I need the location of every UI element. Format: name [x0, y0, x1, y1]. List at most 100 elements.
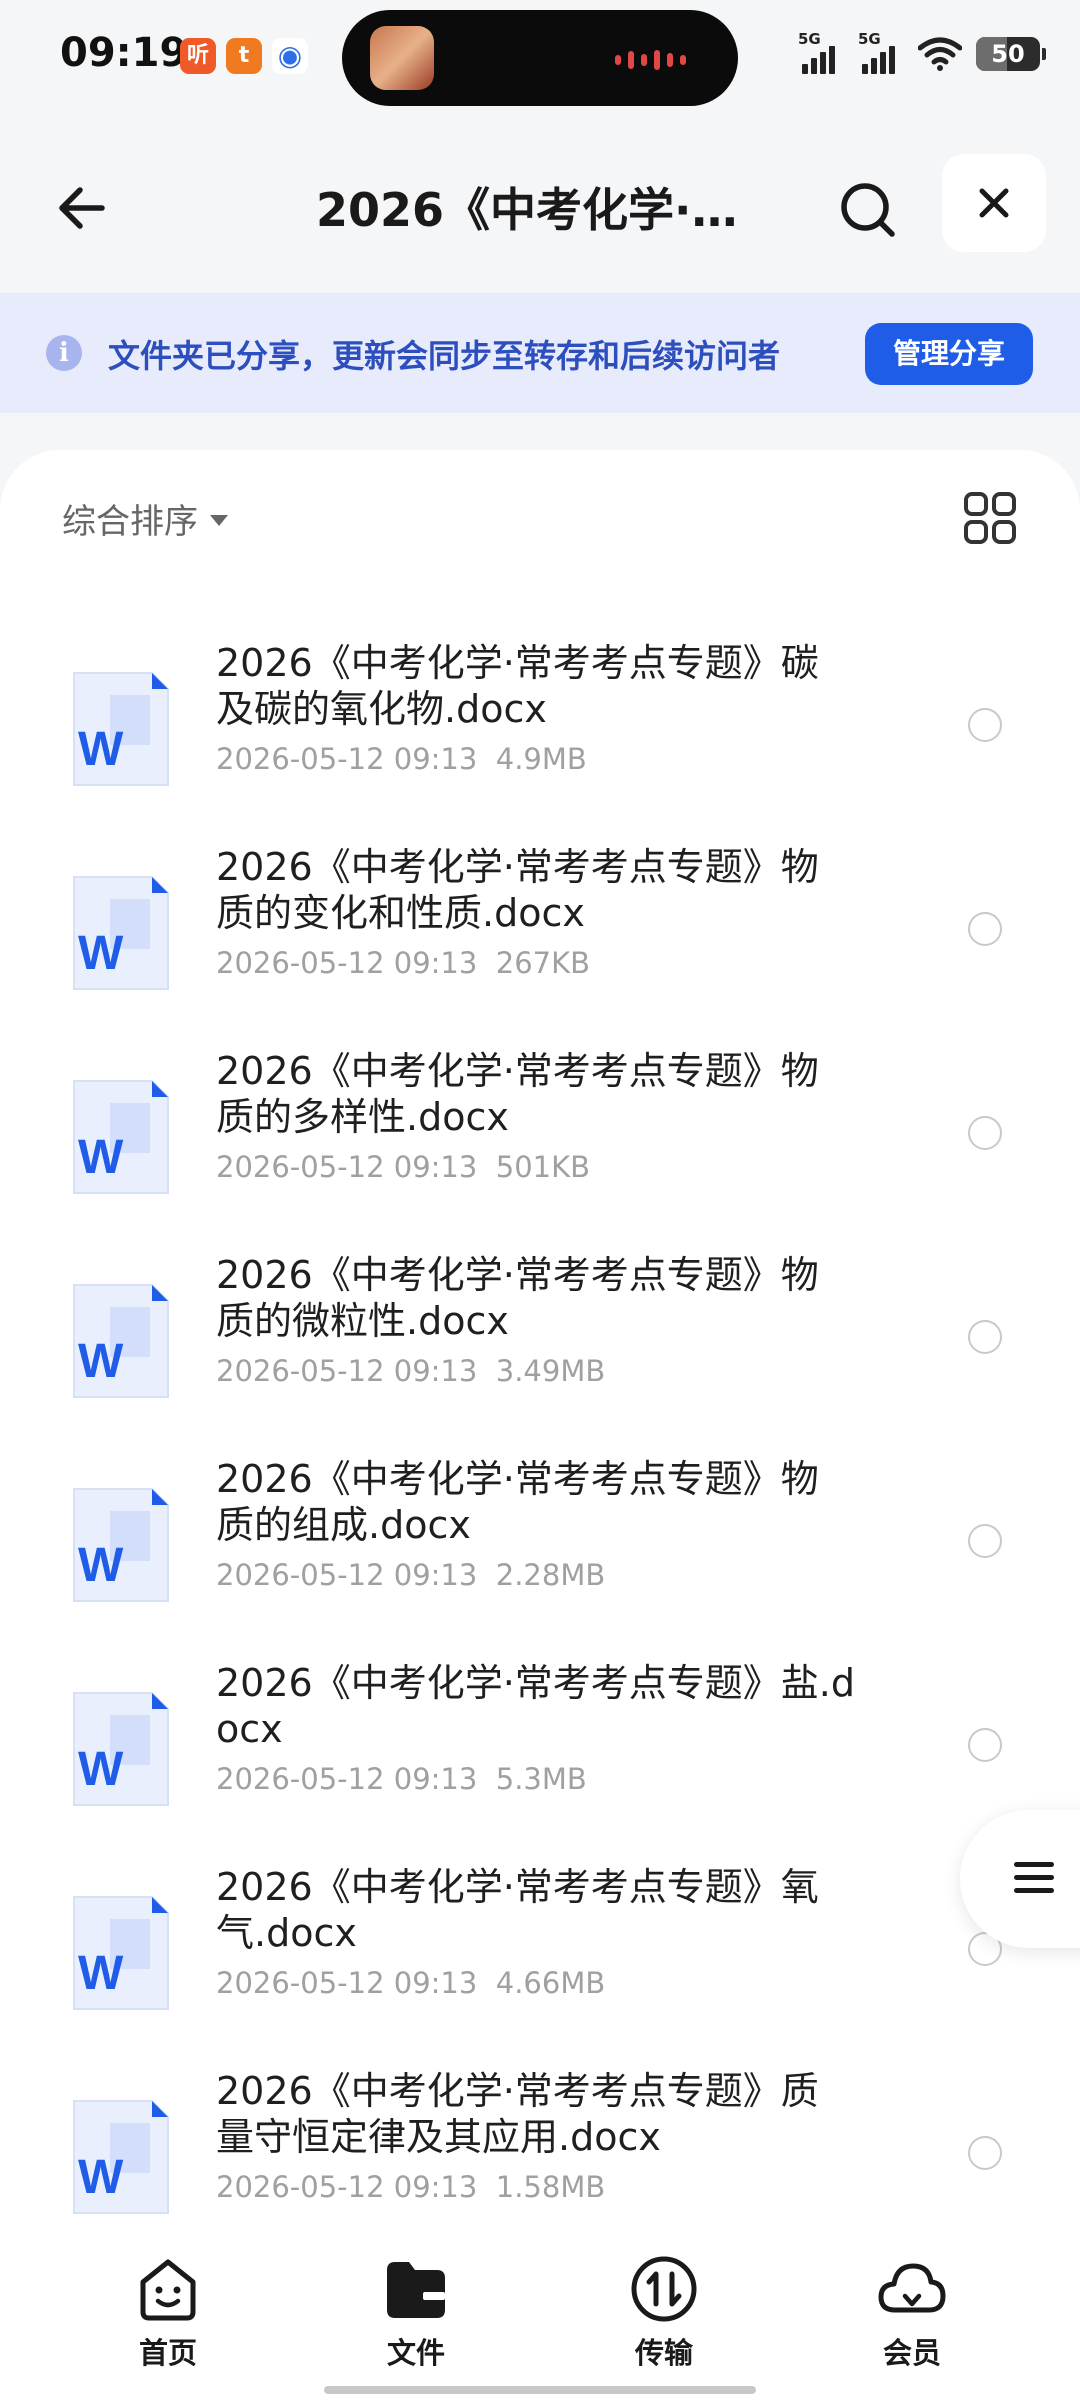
circle-app-icon: ◉: [272, 38, 308, 74]
file-size: 4.9MB: [495, 742, 587, 776]
system-icons: 5G 5G 50: [798, 30, 1046, 74]
file-size: 4.66MB: [495, 1966, 606, 2000]
file-meta: 2026-05-12 09:13 267KB: [216, 946, 590, 980]
battery-icon: 50: [976, 37, 1046, 71]
listen-app-icon: 听: [180, 38, 216, 74]
file-date: 2026-05-12 09:13: [216, 742, 478, 776]
word-doc-icon: W: [73, 1488, 169, 1602]
battery-level: 50: [991, 40, 1025, 68]
audio-wave-icon: [615, 50, 686, 70]
tab-files-label: 文件: [386, 2336, 445, 2370]
manage-share-button[interactable]: 管理分享: [865, 323, 1033, 385]
file-name: 2026《中考化学·常考考点专题》氧气.docx: [216, 1865, 819, 1955]
svg-text:W: W: [78, 927, 124, 980]
share-notice-banner: i 文件夹已分享，更新会同步至转存和后续访问者 管理分享: [0, 293, 1080, 413]
tab-home-label: 首页: [138, 2336, 197, 2370]
select-radio[interactable]: [968, 1116, 1002, 1150]
close-icon: [979, 188, 1009, 218]
file-size: 1.58MB: [495, 2170, 606, 2204]
select-radio[interactable]: [968, 1524, 1002, 1558]
home-icon: [140, 2259, 196, 2321]
select-radio[interactable]: [968, 1320, 1002, 1354]
folder-icon: [387, 2262, 445, 2318]
grid-view-icon[interactable]: [962, 490, 1018, 546]
info-icon: i: [46, 335, 82, 371]
svg-text:W: W: [78, 1131, 124, 1184]
file-name: 2026《中考化学·常考考点专题》碳及碳的氧化物.docx: [216, 641, 819, 731]
file-meta: 2026-05-12 09:13 2.28MB: [216, 1558, 605, 1592]
file-name: 2026《中考化学·常考考点专题》物质的多样性.docx: [216, 1049, 819, 1139]
now-playing-thumbnail: [370, 26, 434, 90]
status-bar: 09:19 听 t ◉ 5G 5G 50: [0, 0, 1080, 118]
close-button[interactable]: [942, 154, 1046, 252]
file-meta: 2026-05-12 09:13 4.66MB: [216, 1966, 605, 2000]
word-doc-icon: W: [73, 1896, 169, 2010]
wifi-icon: [918, 37, 962, 71]
svg-text:W: W: [78, 1539, 124, 1592]
arrow-left-icon[interactable]: [50, 176, 114, 240]
file-name: 2026《中考化学·常考考点专题》物质的组成.docx: [216, 1457, 819, 1547]
select-radio[interactable]: [968, 912, 1002, 946]
file-date: 2026-05-12 09:13: [216, 1966, 478, 2000]
svg-text:W: W: [78, 723, 124, 776]
tab-files[interactable]: 文件: [346, 2252, 486, 2372]
word-doc-icon: W: [73, 2100, 169, 2214]
file-name: 2026《中考化学·常考考点专题》物质的微粒性.docx: [216, 1253, 819, 1343]
share-notice-text: 文件夹已分享，更新会同步至转存和后续访问者: [108, 337, 781, 375]
word-doc-icon: W: [73, 1080, 169, 1194]
svg-text:W: W: [78, 1335, 124, 1388]
sort-dropdown[interactable]: 综合排序: [62, 494, 228, 543]
top-app-bar: 2026《中考化学·…: [0, 140, 1080, 270]
taobao-app-icon: t: [226, 38, 262, 74]
member-cloud-icon: [878, 2263, 946, 2313]
status-time: 09:19: [60, 30, 188, 76]
file-meta: 2026-05-12 09:13 4.9MB: [216, 742, 587, 776]
file-list-panel: 综合排序 W 2026《中考化学·常考考点专题》碳及碳的氧化物.docx 2026-…: [0, 450, 1080, 2230]
transfer-icon: [631, 2256, 697, 2322]
sort-label: 综合排序: [62, 502, 198, 542]
file-row[interactable]: W 2026《中考化学·常考考点专题》物质的组成.docx 2026-05-12 0…: [0, 1456, 1080, 1660]
caret-down-icon: [210, 515, 228, 526]
file-meta: 2026-05-12 09:13 5.3MB: [216, 1762, 587, 1796]
select-radio[interactable]: [968, 1728, 1002, 1762]
file-row[interactable]: W 2026《中考化学·常考考点专题》物质的多样性.docx 2026-05-12 …: [0, 1048, 1080, 1252]
home-indicator[interactable]: [324, 2386, 756, 2394]
tab-transfer-label: 传输: [634, 2336, 693, 2370]
bottom-navigation: 首页 文件 传输 会员: [0, 2230, 1080, 2400]
menu-icon: [1014, 1862, 1054, 1901]
select-radio[interactable]: [968, 708, 1002, 742]
page-title: 2026《中考化学·…: [316, 183, 738, 237]
tab-member[interactable]: 会员: [842, 2252, 982, 2372]
file-date: 2026-05-12 09:13: [216, 1762, 478, 1796]
signal-icon: 5G: [798, 30, 844, 74]
file-size: 2.28MB: [495, 1558, 606, 1592]
tab-member-label: 会员: [882, 2336, 941, 2370]
file-row[interactable]: W 2026《中考化学·常考考点专题》物质的变化和性质.docx 2026-05-1…: [0, 844, 1080, 1048]
file-name: 2026《中考化学·常考考点专题》物质的变化和性质.docx: [216, 845, 819, 935]
file-size: 5.3MB: [495, 1762, 587, 1796]
svg-text:W: W: [78, 1743, 124, 1796]
svg-text:W: W: [78, 1947, 124, 2000]
word-doc-icon: W: [73, 1692, 169, 1806]
search-icon[interactable]: [836, 178, 900, 242]
tab-home[interactable]: 首页: [98, 2252, 238, 2372]
file-row[interactable]: W 2026《中考化学·常考考点专题》碳及碳的氧化物.docx 2026-05-12…: [0, 640, 1080, 844]
file-meta: 2026-05-12 09:13 1.58MB: [216, 2170, 605, 2204]
file-row[interactable]: W 2026《中考化学·常考考点专题》氧气.docx 2026-05-12 09:1…: [0, 1864, 1080, 2068]
file-date: 2026-05-12 09:13: [216, 946, 478, 980]
tab-transfer[interactable]: 传输: [594, 2252, 734, 2372]
file-meta: 2026-05-12 09:13 3.49MB: [216, 1354, 605, 1388]
file-row[interactable]: W 2026《中考化学·常考考点专题》物质的微粒性.docx 2026-05-12 …: [0, 1252, 1080, 1456]
file-row[interactable]: W 2026《中考化学·常考考点专题》盐.docx 2026-05-12 09:13…: [0, 1660, 1080, 1864]
file-date: 2026-05-12 09:13: [216, 1150, 478, 1184]
word-doc-icon: W: [73, 876, 169, 990]
file-meta: 2026-05-12 09:13 501KB: [216, 1150, 590, 1184]
svg-text:W: W: [78, 2151, 124, 2204]
select-radio[interactable]: [968, 2136, 1002, 2170]
word-doc-icon: W: [73, 1284, 169, 1398]
file-size: 3.49MB: [495, 1354, 606, 1388]
word-doc-icon: W: [73, 672, 169, 786]
dynamic-island[interactable]: [342, 10, 738, 106]
signal-icon-2: 5G: [858, 30, 904, 74]
file-name: 2026《中考化学·常考考点专题》盐.docx: [216, 1661, 855, 1751]
